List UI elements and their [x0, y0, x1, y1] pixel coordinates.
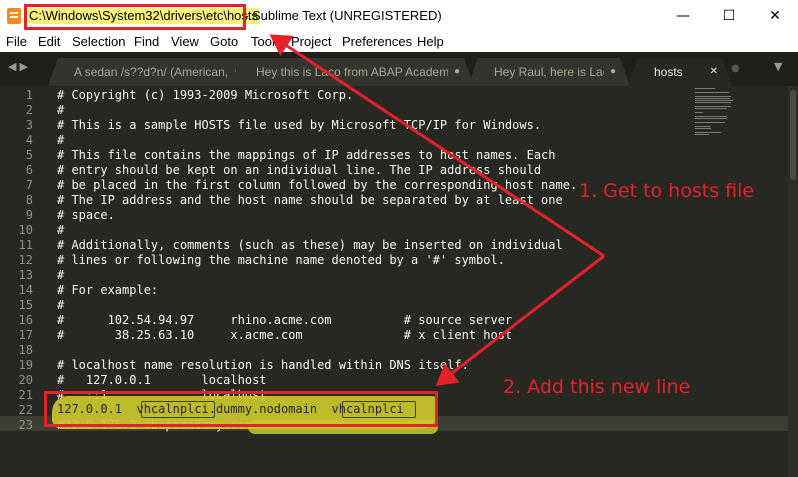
code-line: # entry should be kept on an individual …	[57, 163, 542, 177]
line-number: 7	[25, 178, 33, 192]
code-line: #	[57, 103, 65, 117]
code-line: # The IP address and the host name shoul…	[57, 193, 563, 207]
code-line: #	[57, 298, 65, 312]
menu-bar: File Edit Selection Find View Goto Tools…	[0, 32, 798, 52]
line-number: 1	[25, 88, 33, 102]
code-line: # lines or following the machine name de…	[57, 253, 505, 267]
code-line: # 38.25.63.10 x.acme.com # x client host	[57, 328, 513, 342]
code-line: #	[57, 223, 65, 237]
menu-tools[interactable]: Tools	[251, 34, 281, 50]
tab-dirty-dot-icon[interactable]: ●	[454, 58, 460, 86]
code-line: #	[57, 133, 65, 147]
menu-file[interactable]: File	[6, 34, 27, 50]
line-number: 15	[18, 298, 33, 312]
maximize-button[interactable]: ☐	[706, 0, 752, 32]
code-line: # be placed in the first column followed…	[57, 178, 578, 192]
line-number: 16	[18, 313, 33, 327]
line-number: 6	[25, 163, 33, 177]
menu-edit[interactable]: Edit	[38, 34, 60, 50]
menu-preferences[interactable]: Preferences	[342, 34, 412, 50]
code-line: # space.	[57, 208, 115, 222]
code-line: # localhost name resolution is handled w…	[57, 358, 469, 372]
annotation-step-2: 2. Add this new line	[503, 376, 691, 398]
line-number: 2	[25, 103, 33, 117]
line-number: 10	[18, 223, 33, 237]
line-number: 12	[18, 253, 33, 267]
annotation-box-new-line	[44, 391, 438, 427]
tab-dirty-dot-icon[interactable]: ●	[610, 58, 616, 86]
code-line: # 102.54.94.97 rhino.acme.com # source s…	[57, 313, 513, 327]
new-tab-dot-icon[interactable]: ●	[731, 63, 740, 74]
tab-laco-abap-academy[interactable]: Hey this is Laco from ABAP Academy. ●	[230, 58, 474, 86]
tab-hey-raul[interactable]: Hey Raul, here is Laco. ●	[468, 58, 630, 86]
tab-label: A sedan /s??d?n/ (American, Ca	[74, 65, 228, 79]
line-number: 14	[18, 283, 33, 297]
scrollbar-thumb[interactable]	[790, 90, 796, 180]
tab-bar: ◀▶ A sedan /s??d?n/ (American, Ca ● Hey …	[0, 52, 798, 86]
line-number: 17	[18, 328, 33, 342]
code-line: #	[57, 268, 65, 282]
line-number-gutter: 1 2 3 4 5 6 7 8 9 10 11 12 13 14 15 16 1…	[0, 86, 40, 477]
annotation-box-title-path	[24, 4, 246, 30]
line-number: 19	[18, 358, 33, 372]
tab-label: hosts	[654, 65, 683, 79]
line-number: 22	[18, 403, 33, 417]
code-line: # This file contains the mappings of IP …	[57, 148, 556, 162]
tab-list-dropdown-icon[interactable]: ▼	[774, 60, 782, 73]
code-line: # Additionally, comments (such as these)…	[57, 238, 563, 252]
tab-nav-arrows-icon[interactable]: ◀▶	[8, 60, 31, 73]
menu-goto[interactable]: Goto	[210, 34, 238, 50]
tab-hosts[interactable]: hosts ✕	[628, 58, 732, 86]
menu-help[interactable]: Help	[417, 34, 444, 50]
sublime-app-icon	[7, 8, 21, 24]
line-number: 13	[18, 268, 33, 282]
tab-sedan[interactable]: A sedan /s??d?n/ (American, Ca ●	[48, 58, 254, 86]
tab-close-icon[interactable]: ✕	[710, 58, 718, 86]
vertical-scrollbar[interactable]	[788, 86, 798, 477]
menu-selection[interactable]: Selection	[72, 34, 125, 50]
menu-view[interactable]: View	[171, 34, 199, 50]
line-number: 4	[25, 133, 33, 147]
close-button[interactable]: ✕	[752, 0, 798, 32]
line-number: 8	[25, 193, 33, 207]
code-line: # 127.0.0.1 localhost	[57, 373, 267, 387]
annotation-step-1: 1. Get to hosts file	[579, 180, 755, 202]
window-title-app: - Sublime Text (UNREGISTERED)	[244, 8, 442, 23]
code-line: # This is a sample HOSTS file used by Mi…	[57, 118, 542, 132]
line-number: 11	[18, 238, 33, 252]
code-line: # Copyright (c) 1993-2009 Microsoft Corp…	[57, 88, 354, 102]
menu-find[interactable]: Find	[134, 34, 159, 50]
code-line: # For example:	[57, 283, 159, 297]
line-number: 9	[25, 208, 33, 222]
minimap[interactable]	[695, 88, 743, 138]
line-number: 23	[18, 418, 33, 432]
menu-project[interactable]: Project	[291, 34, 331, 50]
line-number: 3	[25, 118, 33, 132]
line-number: 5	[25, 148, 33, 162]
tab-label: Hey Raul, here is Laco.	[494, 65, 603, 79]
line-number: 18	[18, 343, 33, 357]
tab-label: Hey this is Laco from ABAP Academy.	[256, 65, 448, 79]
line-number: 21	[18, 388, 33, 402]
line-number: 20	[18, 373, 33, 387]
minimize-button[interactable]: —	[660, 0, 706, 32]
